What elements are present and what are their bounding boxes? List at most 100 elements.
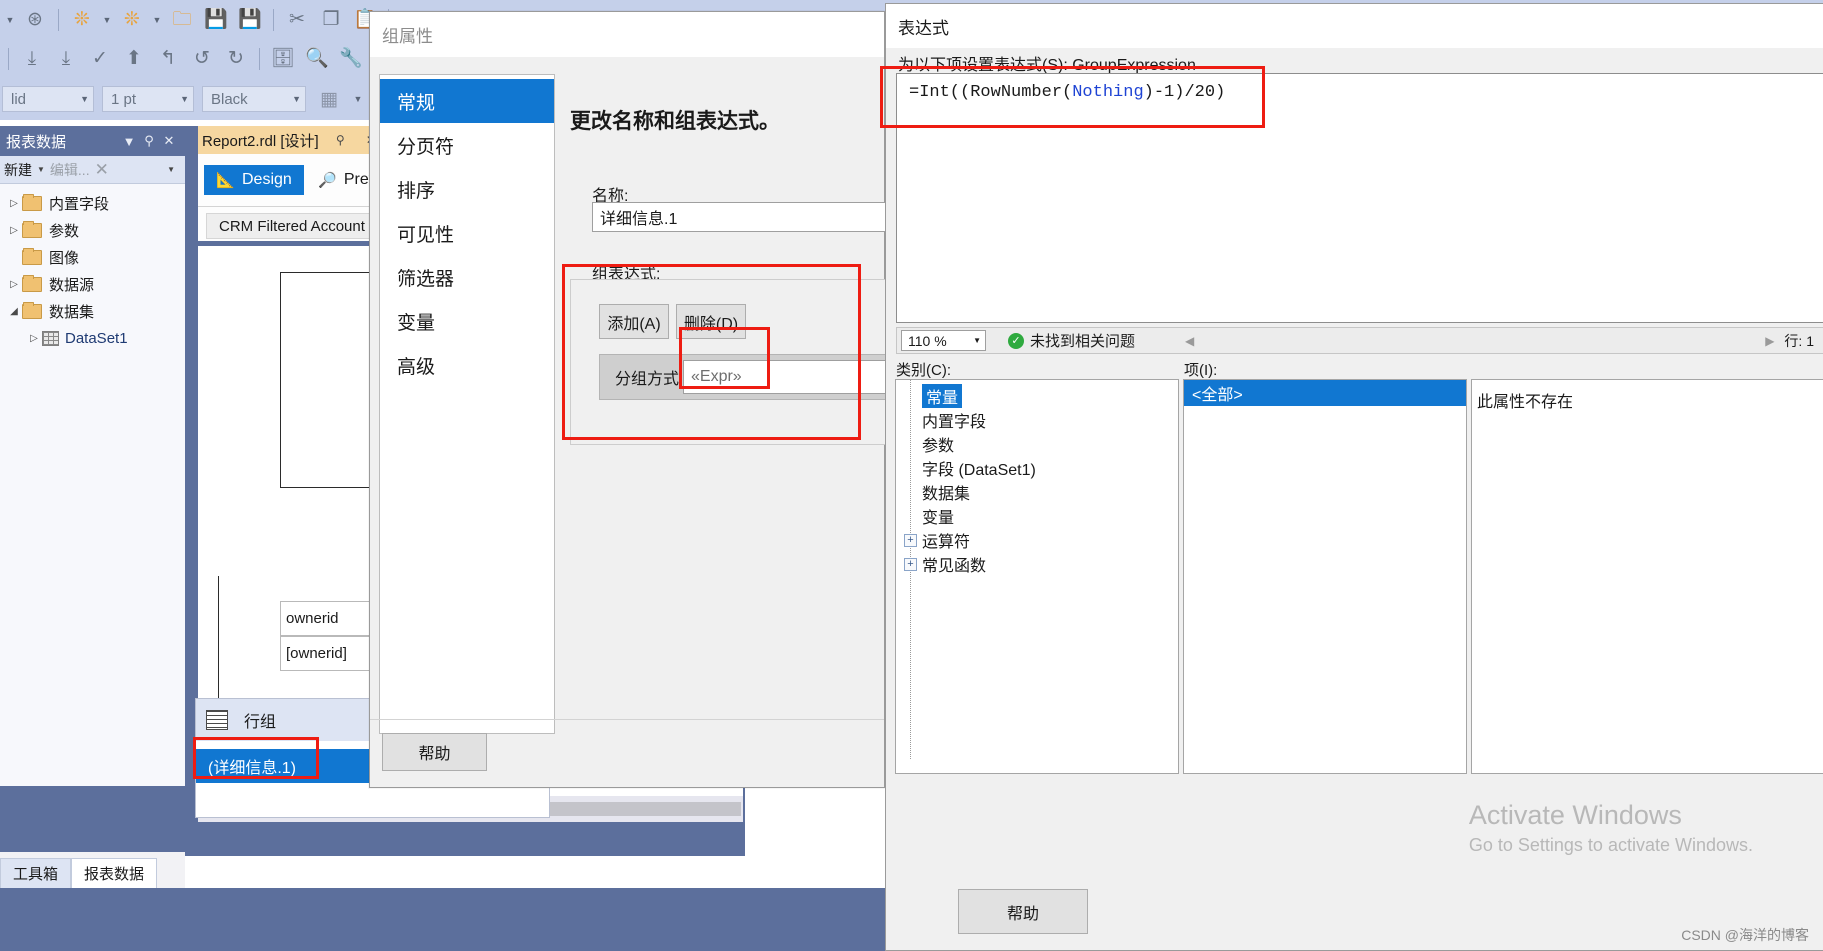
- nav-item-variables[interactable]: 变量: [380, 299, 554, 343]
- nav-item-visibility[interactable]: 可见性: [380, 211, 554, 255]
- item-all[interactable]: <全部>: [1184, 380, 1466, 406]
- border-grid-icon[interactable]: ▦: [314, 83, 344, 115]
- delete-icon[interactable]: ✕: [95, 160, 109, 180]
- nav-item-sorting[interactable]: 排序: [380, 167, 554, 211]
- category-item-parameters[interactable]: 参数: [896, 432, 1178, 456]
- nav-item-label: 变量: [397, 312, 436, 334]
- add-button[interactable]: 添加(A): [599, 304, 669, 339]
- group-by-expression-cell[interactable]: «Expr»: [683, 360, 891, 394]
- document-tab[interactable]: Report2.rdl [设计] ⚲ ✕: [198, 126, 384, 154]
- line-color-combo[interactable]: Black ▼: [202, 86, 306, 112]
- tree-item-dataset1[interactable]: ▷ DataSet1: [0, 325, 185, 352]
- category-item-common-functions[interactable]: + 常见函数: [896, 552, 1178, 576]
- nav-item-page-breaks[interactable]: 分页符: [380, 123, 554, 167]
- copy-icon[interactable]: ❐: [316, 4, 346, 36]
- row-groups-title: 行组: [244, 714, 277, 731]
- redo-icon[interactable]: ↻: [221, 43, 251, 75]
- edit-button[interactable]: 编辑...: [50, 160, 90, 180]
- group-properties-dialog: 组属性 常规 分页符 排序 可见性 筛选器 变量 高级 更改名称和组表达式。 名…: [369, 11, 892, 788]
- footer-header-cell[interactable]: ownerid: [280, 601, 370, 636]
- tab-toolbox-label: 工具箱: [13, 866, 59, 883]
- category-item-constants[interactable]: 常量: [896, 384, 1178, 408]
- item-all-label: <全部>: [1192, 387, 1243, 404]
- tree-item-datasources[interactable]: ▷ 数据源: [0, 271, 185, 298]
- category-list[interactable]: 常量 内置字段 参数 字段 (DataSet1) 数据集 变量 + 运算符 + …: [895, 379, 1179, 774]
- check-icon[interactable]: ✓: [85, 43, 115, 75]
- tab-toolbox[interactable]: 工具箱: [0, 858, 72, 888]
- new-item-icon[interactable]: ❊: [117, 4, 147, 36]
- new-item-caret[interactable]: ▼: [151, 15, 163, 25]
- tree-item-parameters[interactable]: ▷ 参数: [0, 217, 185, 244]
- toolbar-overflow-caret[interactable]: ▼: [4, 15, 16, 25]
- open-folder-icon[interactable]: 🗀: [167, 4, 197, 36]
- ruler-icon: 📐: [216, 172, 235, 189]
- nav-item-general[interactable]: 常规: [380, 79, 554, 123]
- undo-arrow-icon[interactable]: ↰: [153, 43, 183, 75]
- category-item-builtin-fields[interactable]: 内置字段: [896, 408, 1178, 432]
- name-input[interactable]: 详细信息.1: [592, 202, 892, 232]
- line-width-combo[interactable]: 1 pt ▼: [102, 86, 194, 112]
- expand-plus-icon[interactable]: +: [904, 557, 917, 571]
- name-input-value: 详细信息.1: [600, 211, 678, 228]
- tree-item-builtin-fields[interactable]: ▷ 内置字段: [0, 190, 185, 217]
- dataset-icon: [42, 331, 59, 346]
- nav-item-advanced[interactable]: 高级: [380, 343, 554, 387]
- group-by-expression-value: «Expr»: [691, 368, 742, 385]
- expander-icon[interactable]: ◢: [6, 306, 22, 317]
- group-help-button[interactable]: 帮助: [382, 733, 487, 771]
- chevron-down-icon: ▼: [80, 94, 89, 104]
- database-icon[interactable]: 🗄: [268, 43, 298, 75]
- save-icon[interactable]: 💾: [201, 4, 231, 36]
- wrench-icon[interactable]: 🔧: [336, 43, 366, 75]
- expander-icon[interactable]: ▷: [6, 279, 22, 290]
- category-item-variables[interactable]: 变量: [896, 504, 1178, 528]
- category-item-fields[interactable]: 字段 (DataSet1): [896, 456, 1178, 480]
- save-all-icon[interactable]: 💾: [235, 4, 265, 36]
- preview-icon: 🔎: [317, 172, 337, 189]
- step-into-icon[interactable]: ⤓: [17, 43, 47, 75]
- border-grid-caret[interactable]: ▼: [352, 94, 364, 104]
- category-item-operators[interactable]: + 运算符: [896, 528, 1178, 552]
- expand-plus-icon[interactable]: +: [904, 533, 917, 547]
- new-report-caret[interactable]: ▼: [101, 15, 113, 25]
- zoom-combo[interactable]: 110 % ▼: [901, 330, 986, 351]
- step-over-icon[interactable]: ⤓: [51, 43, 81, 75]
- pin-icon[interactable]: ⚲: [332, 133, 349, 147]
- footer-expr-cell[interactable]: [ownerid]: [280, 636, 370, 671]
- delete-button[interactable]: 删除(D): [676, 304, 746, 339]
- upload-icon[interactable]: ⬆: [119, 43, 149, 75]
- chevron-down-icon[interactable]: ▼: [119, 134, 139, 149]
- toolbar-overflow-icon[interactable]: ▼: [167, 165, 175, 174]
- cut-icon[interactable]: ✂: [282, 4, 312, 36]
- nav-item-filters[interactable]: 筛选器: [380, 255, 554, 299]
- expression-dialog-titlebar: 表达式: [886, 4, 1823, 48]
- tree-item-datasets[interactable]: ◢ 数据集: [0, 298, 185, 325]
- navigate-forward-icon[interactable]: ⊛: [20, 4, 50, 36]
- category-item-datasets[interactable]: 数据集: [896, 480, 1178, 504]
- expression-editor[interactable]: =Int((RowNumber(Nothing)-1)/20): [896, 73, 1823, 323]
- nav-item-label: 筛选器: [397, 268, 455, 290]
- scroll-right-icon[interactable]: ▶: [1765, 334, 1774, 348]
- new-button[interactable]: 新建: [4, 160, 32, 180]
- tab-design[interactable]: 📐 Design: [204, 165, 304, 195]
- dock-tabs: 工具箱 报表数据: [0, 852, 185, 888]
- new-caret-icon[interactable]: ▼: [37, 165, 45, 174]
- history-icon[interactable]: ↺: [187, 43, 217, 75]
- items-list[interactable]: <全部>: [1183, 379, 1467, 774]
- tree-item-images[interactable]: 图像: [0, 244, 185, 271]
- preview-query-icon[interactable]: 🔍: [302, 43, 332, 75]
- new-report-icon[interactable]: ❊: [67, 4, 97, 36]
- scroll-left-icon[interactable]: ◀: [1185, 334, 1194, 348]
- expander-icon[interactable]: ▷: [26, 333, 42, 344]
- expander-icon[interactable]: ▷: [6, 198, 22, 209]
- property-description: 此属性不存在: [1471, 379, 1823, 774]
- line-style-combo[interactable]: lid ▼: [2, 86, 94, 112]
- expander-icon[interactable]: ▷: [6, 225, 22, 236]
- row-group-item-label: (详细信息.1): [208, 760, 297, 777]
- expression-help-button[interactable]: 帮助: [958, 889, 1088, 934]
- pin-icon[interactable]: ⚲: [139, 133, 159, 149]
- tab-report-data[interactable]: 报表数据: [71, 858, 158, 888]
- close-icon[interactable]: ✕: [159, 133, 179, 149]
- nav-item-label: 分页符: [397, 136, 455, 158]
- csdn-credit: CSDN @海洋的博客: [1681, 927, 1809, 943]
